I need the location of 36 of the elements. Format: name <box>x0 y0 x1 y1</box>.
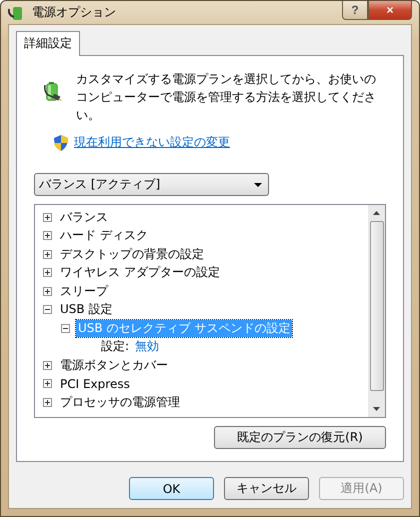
help-button[interactable]: ? <box>342 1 368 20</box>
close-button[interactable]: × <box>368 1 412 20</box>
collapse-icon[interactable] <box>43 305 52 314</box>
description-text: カスタマイズする電源プランを選択してから、お使いのコンピューターで電源を管理する方法を選択してください。 <box>76 71 377 124</box>
change-settings-link[interactable]: 現在利用できない設定の変更 <box>74 134 230 151</box>
window-title: 電源オプション <box>32 4 117 21</box>
tree-item[interactable]: スリープ <box>58 282 110 300</box>
tree-item[interactable]: PCI Express <box>58 376 132 391</box>
tree-item[interactable]: 電源ボタンとカバー <box>58 356 170 374</box>
tree-item[interactable]: プロセッサの電源管理 <box>58 394 182 411</box>
scroll-up-icon[interactable] <box>373 211 380 215</box>
scroll-down-icon[interactable] <box>373 407 380 411</box>
expand-icon[interactable] <box>43 268 52 278</box>
expand-icon[interactable] <box>43 212 52 222</box>
expand-icon[interactable] <box>43 360 52 370</box>
dialog-button[interactable]: キャンセル <box>224 477 309 500</box>
setting-value[interactable]: 無効 <box>135 338 160 356</box>
restore-defaults-button[interactable]: 既定のプランの復元(R) <box>214 426 386 449</box>
scrollbar[interactable] <box>368 205 385 417</box>
expand-icon[interactable] <box>43 379 52 388</box>
tree-item[interactable]: ハード ディスク <box>58 227 150 244</box>
setting-label: 設定: <box>101 338 130 356</box>
caret-icon <box>254 182 262 186</box>
shield-icon <box>54 134 68 150</box>
tree-item[interactable]: バランス <box>58 208 110 226</box>
plan-dropdown[interactable]: バランス [アクティブ] <box>34 173 269 196</box>
collapse-icon[interactable] <box>61 324 70 333</box>
tree-item[interactable]: デスクトップの背景の設定 <box>58 246 206 263</box>
expand-icon[interactable] <box>43 398 52 407</box>
expand-icon[interactable] <box>43 231 52 240</box>
expand-icon[interactable] <box>43 286 52 296</box>
tab[interactable]: 詳細設定 <box>16 31 80 56</box>
tree-item[interactable]: ワイヤレス アダプターの設定 <box>58 264 222 282</box>
dialog-button[interactable]: OK <box>129 477 214 500</box>
expand-icon[interactable] <box>43 250 52 259</box>
tree-item[interactable]: USB 設定 <box>58 301 114 318</box>
